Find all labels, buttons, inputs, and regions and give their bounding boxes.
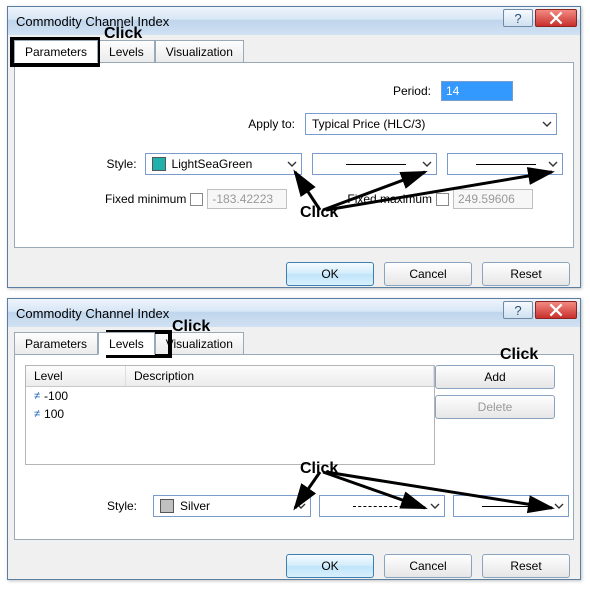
tab-parameters[interactable]: Parameters	[14, 332, 98, 355]
line-solid-icon	[476, 164, 536, 165]
fixed-min-label: Fixed minimum	[105, 192, 186, 206]
style-color-combo[interactable]: LightSeaGreen	[145, 153, 302, 175]
apply-to-label: Apply to:	[248, 117, 295, 131]
chevron-down-icon	[554, 501, 564, 511]
title-text: Commodity Channel Index	[16, 306, 169, 321]
chevron-down-icon	[548, 159, 558, 169]
tab-visualization[interactable]: Visualization	[155, 40, 244, 63]
reset-button[interactable]: Reset	[482, 262, 570, 286]
dialog-levels: Commodity Channel Index ? Parameters Lev…	[7, 298, 581, 580]
style-line-combo[interactable]	[319, 495, 445, 517]
help-button[interactable]: ?	[503, 9, 533, 27]
apply-to-combo[interactable]: Typical Price (HLC/3)	[305, 113, 557, 135]
titlebar[interactable]: Commodity Channel Index ?	[8, 299, 580, 327]
style-label: Style:	[25, 157, 145, 171]
reset-button[interactable]: Reset	[482, 554, 570, 578]
delete-button[interactable]: Delete	[435, 395, 555, 419]
style-color-swatch	[160, 499, 174, 513]
fixed-max-checkbox[interactable]	[436, 193, 449, 206]
chevron-down-icon	[542, 119, 552, 129]
chevron-down-icon	[296, 501, 306, 511]
title-text: Commodity Channel Index	[16, 14, 169, 29]
fixed-min-checkbox[interactable]	[190, 193, 203, 206]
tab-levels[interactable]: Levels	[98, 332, 155, 355]
grid-body: ≠ -100 ≠ 100	[26, 387, 434, 464]
style-color-swatch	[152, 157, 166, 171]
titlebar[interactable]: Commodity Channel Index ?	[8, 7, 580, 35]
period-label: Period:	[393, 84, 431, 98]
tab-parameters[interactable]: Parameters	[14, 40, 98, 63]
chevron-down-icon	[422, 159, 432, 169]
button-row: OK Cancel Reset	[8, 254, 580, 294]
tab-visualization[interactable]: Visualization	[155, 332, 244, 355]
ok-button[interactable]: OK	[286, 262, 374, 286]
col-level[interactable]: Level	[26, 366, 126, 386]
add-button[interactable]: Add	[435, 365, 555, 389]
fixed-min-value: -183.42223	[207, 189, 287, 209]
table-row[interactable]: ≠ -100	[26, 387, 434, 405]
tab-panel: Level Description ≠ -100 ≠ 100 Add Delet…	[14, 354, 574, 540]
chevron-down-icon	[287, 159, 297, 169]
levels-grid[interactable]: Level Description ≠ -100 ≠ 100	[25, 365, 435, 465]
chevron-down-icon	[430, 501, 440, 511]
close-icon	[549, 303, 563, 317]
period-input[interactable]: 14	[441, 81, 513, 101]
line-solid-icon	[482, 506, 542, 507]
line-solid-icon	[346, 164, 406, 165]
close-button[interactable]	[535, 301, 577, 319]
help-button[interactable]: ?	[503, 301, 533, 319]
ok-button[interactable]: OK	[286, 554, 374, 578]
tabs: Parameters Levels Visualization	[14, 39, 580, 62]
style-width-combo[interactable]	[453, 495, 569, 517]
style-label: Style:	[25, 499, 145, 513]
cancel-button[interactable]: Cancel	[384, 262, 472, 286]
button-row: OK Cancel Reset	[8, 546, 580, 586]
tab-levels[interactable]: Levels	[98, 40, 155, 63]
cancel-button[interactable]: Cancel	[384, 554, 472, 578]
table-row[interactable]: ≠ 100	[26, 405, 434, 423]
col-description[interactable]: Description	[126, 366, 434, 386]
grid-header: Level Description	[26, 366, 434, 387]
level-line-icon: ≠	[34, 408, 40, 420]
fixed-max-value: 249.59606	[453, 189, 533, 209]
close-button[interactable]	[535, 9, 577, 27]
level-line-icon: ≠	[34, 390, 40, 402]
style-width-combo[interactable]	[447, 153, 563, 175]
tab-panel: Period: 14 Apply to: Typical Price (HLC/…	[14, 62, 574, 248]
fixed-max-label: Fixed maximum	[347, 192, 432, 206]
line-dashed-icon	[353, 506, 413, 507]
dialog-parameters: Commodity Channel Index ? Parameters Lev…	[7, 6, 581, 288]
style-line-combo[interactable]	[312, 153, 438, 175]
close-icon	[549, 11, 563, 25]
style-color-combo[interactable]: Silver	[153, 495, 311, 517]
tabs: Parameters Levels Visualization	[14, 331, 580, 354]
